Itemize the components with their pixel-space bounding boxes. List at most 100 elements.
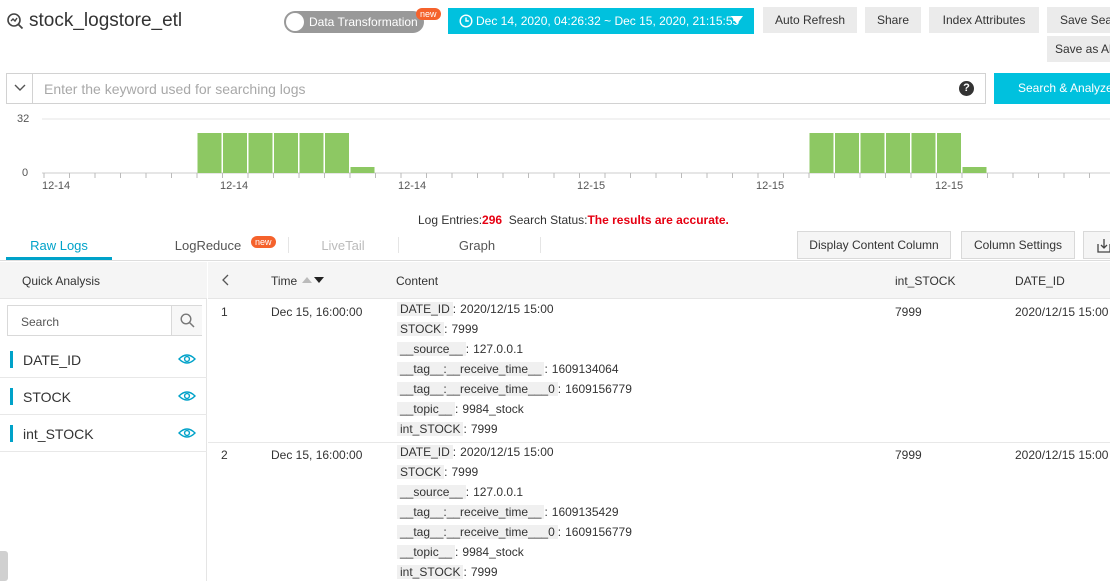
tab-graph[interactable]: Graph <box>420 238 534 253</box>
help-icon[interactable]: ? <box>959 81 974 96</box>
content-field[interactable]: __topic__:9984_stock <box>397 402 524 420</box>
eye-icon[interactable] <box>178 389 196 403</box>
table-row: 2 Dec 15, 16:00:00 DATE_ID:2020/12/15 15… <box>208 443 1110 581</box>
search-input[interactable]: Enter the keyword used for searching log… <box>44 81 305 97</box>
content-field[interactable]: int_STOCK:7999 <box>397 565 498 581</box>
expand-sidebar-handle[interactable] <box>0 551 8 581</box>
field-item-stock[interactable]: STOCK <box>0 378 207 415</box>
clock-icon <box>459 14 473 28</box>
quick-analysis-panel: Quick Analysis Search DATE_ID STOCK int_… <box>0 262 207 581</box>
collapse-panel-icon[interactable] <box>221 274 229 286</box>
histogram-bar[interactable] <box>911 133 936 173</box>
column-int-stock[interactable]: int_STOCK <box>895 274 955 288</box>
content-field[interactable]: int_STOCK:7999 <box>397 422 498 440</box>
histogram-bar[interactable] <box>325 133 349 173</box>
display-content-column-button[interactable]: Display Content Column <box>797 231 951 259</box>
content-field[interactable]: DATE_ID:2020/12/15 15:00 <box>397 302 554 320</box>
content-field[interactable]: __tag__:__receive_time___0:1609156779 <box>397 382 632 400</box>
column-time[interactable]: Time <box>271 274 297 288</box>
download-icon <box>1097 239 1110 253</box>
search-status-label: Search Status: <box>508 213 588 227</box>
tab-logreduce[interactable]: LogReduce <box>160 238 256 253</box>
row-date-id: 2020/12/15 15:00 <box>1015 448 1109 462</box>
log-histogram[interactable]: 32 0 12-14 12-14 12-14 12-15 12-15 12-15 <box>0 110 1110 210</box>
table-row: 1 Dec 15, 16:00:00 DATE_ID:2020/12/15 15… <box>208 300 1110 443</box>
tab-raw-logs[interactable]: Raw Logs <box>6 238 112 253</box>
logstore-search-icon <box>7 13 24 30</box>
row-time: Dec 15, 16:00:00 <box>271 448 363 462</box>
field-item-date-id[interactable]: DATE_ID <box>0 341 207 378</box>
auto-refresh-button[interactable]: Auto Refresh <box>763 7 857 33</box>
histogram-bar[interactable] <box>299 133 324 173</box>
search-summary: Log Entries:296 Search Status:The result… <box>418 213 729 227</box>
histogram-bar[interactable] <box>937 133 961 173</box>
content-field[interactable]: __tag__:__receive_time___0:1609156779 <box>397 525 632 543</box>
search-icon <box>180 313 195 328</box>
download-button[interactable] <box>1083 231 1110 259</box>
column-content: Content <box>396 274 439 288</box>
content-field[interactable]: __source__:127.0.0.1 <box>397 485 523 503</box>
field-search-button[interactable] <box>171 306 202 335</box>
new-badge: new <box>416 8 441 20</box>
content-field[interactable]: __tag__:__receive_time__:1609135429 <box>397 505 619 523</box>
tab-livetail[interactable]: LiveTail <box>300 238 386 253</box>
row-time: Dec 15, 16:00:00 <box>271 305 363 319</box>
histogram-bar[interactable] <box>274 133 298 173</box>
field-marker <box>10 425 13 442</box>
content-field[interactable]: STOCK:7999 <box>397 465 478 483</box>
histogram-bar[interactable] <box>886 133 910 173</box>
x-tick-label: 12-15 <box>935 180 964 192</box>
x-tick-label: 12-15 <box>577 180 606 192</box>
histogram-bar[interactable] <box>350 167 375 173</box>
quick-analysis-header: Quick Analysis <box>0 262 207 299</box>
histogram-bar[interactable] <box>809 133 834 173</box>
log-entries-label: Log Entries: <box>418 213 483 227</box>
search-box[interactable]: Enter the keyword used for searching log… <box>6 73 986 104</box>
data-transformation-label: Data Transformation <box>309 15 418 29</box>
logreduce-new-badge: new <box>251 236 276 248</box>
histogram-bar[interactable] <box>835 133 859 173</box>
data-transformation-toggle[interactable]: Data Transformation <box>284 11 424 33</box>
tab-divider <box>288 237 289 253</box>
save-as-alert-button[interactable]: Save as Ale <box>1047 36 1110 62</box>
content-field[interactable]: DATE_ID:2020/12/15 15:00 <box>397 445 554 463</box>
eye-icon[interactable] <box>178 352 196 366</box>
content-field[interactable]: STOCK:7999 <box>397 322 478 340</box>
field-name: int_STOCK <box>23 426 94 442</box>
column-settings-button[interactable]: Column Settings <box>961 231 1075 259</box>
histogram-bar[interactable] <box>248 133 273 173</box>
sort-icon[interactable] <box>302 276 326 284</box>
column-date-id[interactable]: DATE_ID <box>1015 274 1065 288</box>
field-item-int-stock[interactable]: int_STOCK <box>0 415 207 452</box>
field-search-input[interactable]: Search <box>21 315 59 329</box>
histogram-bar[interactable] <box>223 133 247 173</box>
search-history-dropdown[interactable] <box>7 74 33 103</box>
eye-icon[interactable] <box>178 426 196 440</box>
field-search-box[interactable]: Search <box>7 305 202 336</box>
histogram-bar[interactable] <box>962 167 987 173</box>
search-status-value: The results are accurate. <box>587 213 729 227</box>
page-title: stock_logstore_etl <box>29 10 183 31</box>
field-name: STOCK <box>23 389 71 405</box>
share-button[interactable]: Share <box>865 7 921 33</box>
log-entries-count: 296 <box>482 213 503 227</box>
time-range-text: Dec 14, 2020, 04:26:32 ~ Dec 15, 2020, 2… <box>476 14 740 28</box>
histogram-bar[interactable] <box>197 133 222 173</box>
content-field[interactable]: __topic__:9984_stock <box>397 545 524 563</box>
time-range-picker[interactable]: Dec 14, 2020, 04:26:32 ~ Dec 15, 2020, 2… <box>448 8 754 34</box>
field-name: DATE_ID <box>23 352 82 368</box>
row-int-stock: 7999 <box>895 305 922 319</box>
save-search-button[interactable]: Save Sear <box>1047 7 1110 33</box>
toggle-knob <box>286 13 304 31</box>
histogram-bar[interactable] <box>860 133 885 173</box>
field-marker <box>10 351 13 368</box>
content-field[interactable]: __tag__:__receive_time__:1609134064 <box>397 362 619 380</box>
index-attributes-button[interactable]: Index Attributes <box>929 7 1039 33</box>
x-tick-label: 12-14 <box>42 180 71 192</box>
search-analyze-button[interactable]: Search & Analyze <box>994 73 1110 104</box>
x-tick-label: 12-14 <box>220 180 249 192</box>
row-index: 1 <box>221 305 228 319</box>
content-field[interactable]: __source__:127.0.0.1 <box>397 342 523 360</box>
caret-down-icon <box>731 16 743 24</box>
tab-divider <box>540 237 541 253</box>
